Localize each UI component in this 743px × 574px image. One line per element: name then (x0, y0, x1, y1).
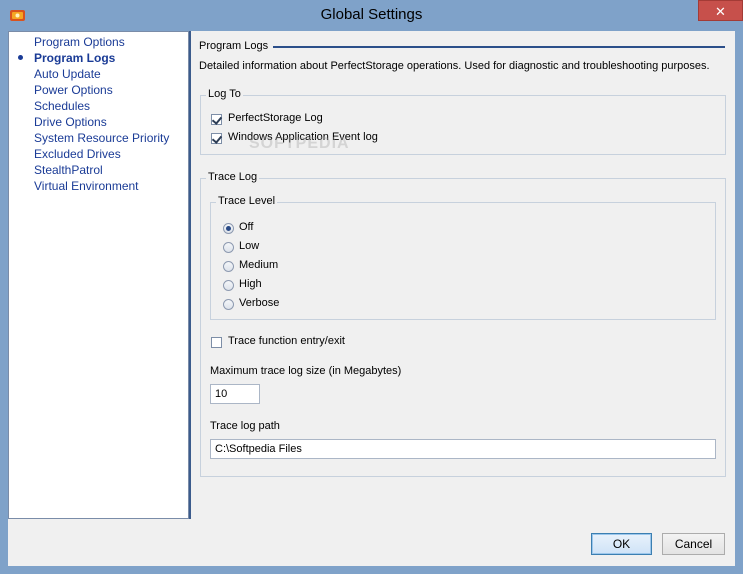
title-bar[interactable]: Global Settings ✕ (0, 0, 743, 31)
trace-level-verbose-radio[interactable] (223, 299, 234, 310)
close-icon: ✕ (715, 4, 726, 19)
sidebar-item-power-options[interactable]: Power Options (34, 83, 113, 97)
dialog-footer: OK Cancel (8, 519, 735, 566)
trace-level-medium-radio[interactable] (223, 261, 234, 272)
trace-level-low-radio[interactable] (223, 242, 234, 253)
trace-level-high-radio[interactable] (223, 280, 234, 291)
title-divider (273, 46, 725, 48)
trace-level-off-label[interactable]: Off (239, 221, 253, 233)
trace-function-label[interactable]: Trace function entry/exit (228, 335, 345, 347)
log-to-label: Log To (206, 88, 243, 100)
max-size-label: Maximum trace log size (in Megabytes) (210, 365, 402, 377)
perfectstorage-log-label[interactable]: PerfectStorage Log (228, 112, 323, 124)
sidebar-item-stealthpatrol[interactable]: StealthPatrol (34, 163, 103, 177)
trace-level-low-label[interactable]: Low (239, 240, 259, 252)
trace-level-medium-label[interactable]: Medium (239, 259, 278, 271)
sidebar-item-auto-update[interactable]: Auto Update (34, 67, 101, 81)
global-settings-window: Global Settings ✕ Program Options Progra… (0, 0, 743, 574)
sidebar-item-virtual-environment[interactable]: Virtual Environment (34, 179, 139, 193)
trace-level-off-radio[interactable] (223, 223, 234, 234)
trace-log-label: Trace Log (206, 171, 260, 183)
trace-function-checkbox[interactable] (211, 337, 222, 348)
windows-event-log-checkbox[interactable] (211, 133, 222, 144)
sidebar-item-schedules[interactable]: Schedules (34, 99, 90, 113)
perfectstorage-log-checkbox[interactable] (211, 114, 222, 125)
sidebar-item-excluded-drives[interactable]: Excluded Drives (34, 147, 121, 161)
page-description: Detailed information about PerfectStorag… (199, 60, 710, 72)
sidebar-item-program-logs[interactable]: Program Logs (34, 51, 115, 65)
settings-sidebar: Program Options Program Logs Auto Update… (8, 31, 189, 519)
softpedia-watermark: SOFTPEDIA (249, 135, 350, 152)
trace-path-input[interactable]: C:\Softpedia Files (210, 439, 716, 459)
close-button[interactable]: ✕ (698, 0, 743, 21)
ok-button[interactable]: OK (591, 533, 652, 555)
active-item-bullet-icon (18, 55, 23, 60)
max-size-input[interactable]: 10 (210, 384, 260, 404)
trace-log-group: Trace Log Trace Level Off Low Medium Hig… (200, 171, 726, 477)
settings-content: Program Logs Detailed information about … (191, 31, 735, 519)
trace-level-verbose-label[interactable]: Verbose (239, 297, 279, 309)
window-title: Global Settings (320, 6, 423, 23)
sidebar-item-program-options[interactable]: Program Options (34, 35, 125, 49)
trace-level-group: Trace Level Off Low Medium High Verbose (210, 195, 716, 320)
page-title: Program Logs (199, 40, 269, 52)
trace-level-label: Trace Level (216, 195, 278, 207)
sidebar-item-drive-options[interactable]: Drive Options (34, 115, 107, 129)
trace-path-label: Trace log path (210, 420, 280, 432)
cancel-button[interactable]: Cancel (662, 533, 725, 555)
sidebar-item-system-resource-priority[interactable]: System Resource Priority (34, 131, 169, 145)
trace-level-high-label[interactable]: High (239, 278, 262, 290)
client-area: Program Options Program Logs Auto Update… (8, 31, 735, 566)
